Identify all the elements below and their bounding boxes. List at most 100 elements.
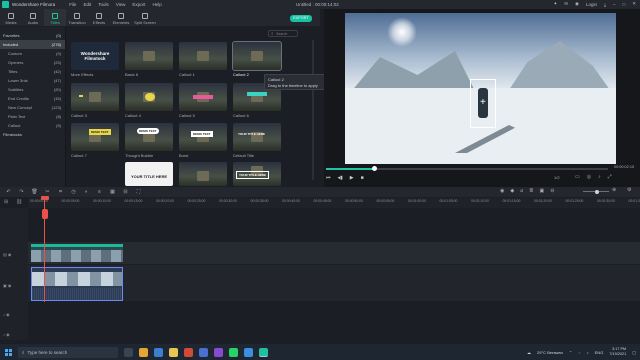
grid-item-callout-7[interactable]: DEMO TEXT	[71, 123, 119, 151]
file-explorer-icon[interactable]	[169, 347, 178, 357]
weather-text[interactable]: 29°C Berawan	[537, 350, 563, 355]
menu-edit[interactable]: Edit	[83, 2, 91, 7]
tab-split-screen[interactable]: Split Screen	[132, 9, 158, 26]
audio-track-2[interactable]	[28, 321, 640, 340]
language-indicator[interactable]: ENG	[595, 350, 604, 355]
app-icon[interactable]	[184, 347, 193, 357]
chrome-icon[interactable]	[139, 347, 148, 357]
grid-item-burst[interactable]: DEMO TEXT	[179, 123, 227, 151]
whatsapp-icon[interactable]	[229, 347, 238, 357]
timeline-ruler[interactable]: 00:00:00:00 00:00:05:00 00:00:10:00 00:00:1…	[28, 198, 640, 208]
sidebar-item-new-concept[interactable]: New Concept (123)	[0, 103, 65, 112]
menu-file[interactable]: File	[69, 2, 76, 7]
grid-item-more-effects[interactable]: Wondershare Filmstock	[71, 42, 119, 70]
fullscreen-icon[interactable]: ⤢	[608, 174, 612, 180]
notification-icon[interactable]: ▢	[632, 350, 636, 355]
stop-icon[interactable]: ■	[361, 175, 364, 181]
menu-help[interactable]: Help	[152, 2, 161, 7]
grid-item-title-outline[interactable]: YOUR TITLE HERE	[233, 162, 281, 186]
split-icon[interactable]: ⊟	[121, 189, 130, 195]
sidebar-item-plain-text[interactable]: Plain Text (8)	[0, 112, 65, 121]
redo-icon[interactable]: ↷	[17, 189, 26, 195]
render-icon[interactable]: ◉	[500, 188, 504, 194]
word-icon[interactable]	[199, 347, 208, 357]
grid-item-thought-bubble[interactable]: DEMO TEXT	[125, 123, 173, 151]
sidebar-item-subtitles[interactable]: Subtitles (20)	[0, 85, 65, 94]
download-icon[interactable]: ⤓	[604, 2, 606, 7]
tab-transition[interactable]: Transition	[66, 9, 88, 26]
selection-box[interactable]: +	[470, 79, 496, 128]
zoom-in-icon[interactable]: ⊕	[612, 187, 616, 193]
network-icon[interactable]: ◌	[578, 350, 580, 355]
grid-item-callout-4[interactable]	[125, 83, 173, 111]
sidebar-item-titles[interactable]: Titles (42)	[0, 67, 65, 76]
playhead-handle[interactable]	[41, 196, 49, 200]
previous-frame-icon[interactable]: ⏮	[326, 175, 331, 181]
maximize-icon[interactable]: □	[623, 2, 626, 7]
grid-item-basic-6[interactable]	[125, 42, 173, 70]
zoom-slider[interactable]	[583, 189, 609, 194]
menu-export[interactable]: Export	[132, 2, 145, 7]
weather-icon[interactable]: ☁	[527, 350, 531, 355]
green-screen-icon[interactable]: ▦	[108, 189, 117, 195]
sidebar-item-callout[interactable]: Callout (5)	[0, 121, 65, 130]
tab-effects[interactable]: Effects	[88, 9, 110, 26]
audio-track[interactable]	[28, 302, 640, 320]
windows-start-icon[interactable]	[5, 348, 12, 356]
mail-icon[interactable]: ✉	[564, 1, 568, 7]
app-icon-2[interactable]	[214, 347, 223, 357]
minimize-icon[interactable]: –	[613, 2, 616, 7]
display-icon[interactable]: ▭	[575, 174, 580, 180]
filmora-taskbar-icon[interactable]	[259, 347, 268, 357]
voiceover-icon[interactable]: ≣	[529, 188, 533, 194]
settings-icon[interactable]: ⚙	[627, 187, 631, 193]
tab-media[interactable]: Media	[0, 9, 22, 26]
play-icon[interactable]: ▶	[350, 175, 354, 181]
tab-audio[interactable]: Audio	[22, 9, 44, 26]
volume-icon[interactable]: ♪	[598, 174, 601, 180]
login-link[interactable]: Login	[586, 2, 597, 7]
fit-icon[interactable]: ⛶	[134, 189, 143, 195]
grid-item-callout-1[interactable]	[179, 42, 227, 70]
crop-icon[interactable]: ⌗	[56, 189, 65, 195]
menu-view[interactable]: View	[116, 2, 126, 7]
grid-item-callout-5[interactable]	[179, 83, 227, 111]
grid-item-default-title[interactable]: YOUR TITLE HERE	[233, 123, 281, 151]
sidebar-item-filmstocks[interactable]: Filmstocks	[0, 130, 65, 139]
sidebar-item-custom[interactable]: Custom (0)	[0, 49, 65, 58]
close-icon[interactable]: ✕	[632, 1, 636, 7]
tray-expand-icon[interactable]: ⌃	[569, 350, 572, 355]
marker-icon[interactable]: ◆	[510, 188, 514, 194]
grid-item-title-white[interactable]: YOUR TITLE HERE	[125, 162, 173, 186]
clock[interactable]: 3:17 PM 7/19/2021	[609, 347, 626, 357]
playback-progress-bar[interactable]	[326, 166, 608, 171]
grid-item-callout-3[interactable]	[71, 83, 119, 111]
sidebar-item-end-credits[interactable]: End Credits (15)	[0, 94, 65, 103]
delete-icon[interactable]: 🗑	[30, 189, 39, 195]
grid-item-title-image[interactable]	[179, 162, 227, 186]
edge-icon[interactable]	[154, 347, 163, 357]
search-input[interactable]: ⌕ Search	[268, 30, 298, 37]
task-view-icon[interactable]	[124, 347, 133, 357]
preview-quality[interactable]: 1/2	[554, 175, 560, 180]
export-button[interactable]: EXPORT	[290, 15, 312, 22]
snapshot-track-icon[interactable]: ▣	[539, 188, 544, 194]
zoom-handle[interactable]	[595, 189, 599, 194]
sidebar-item-lower-3rds[interactable]: Lower 3rds (47)	[0, 76, 65, 85]
snapshot-icon[interactable]: ◎	[587, 174, 591, 180]
store-icon[interactable]	[244, 347, 253, 357]
account-icon[interactable]: ◉	[575, 1, 579, 7]
menu-tools[interactable]: Tools	[98, 2, 109, 7]
audio-mixer-icon[interactable]: ≡	[95, 189, 104, 195]
taskbar-search-input[interactable]: ⌕ Type here to search	[18, 346, 118, 358]
undo-icon[interactable]: ↶	[4, 189, 13, 195]
cut-icon[interactable]: ✂	[43, 189, 52, 195]
tab-elements[interactable]: Elements	[110, 9, 132, 26]
mic-icon[interactable]: ⌀	[520, 188, 523, 194]
sidebar-item-favorites[interactable]: Favorites (0)	[0, 31, 65, 40]
grid-scrollbar[interactable]	[312, 40, 314, 180]
volume-tray-icon[interactable]: ♪	[587, 350, 589, 355]
tab-titles[interactable]: Titles	[44, 9, 66, 26]
sidebar-item-openers[interactable]: Openers (23)	[0, 58, 65, 67]
add-track-icon[interactable]: ⊞	[4, 199, 8, 205]
